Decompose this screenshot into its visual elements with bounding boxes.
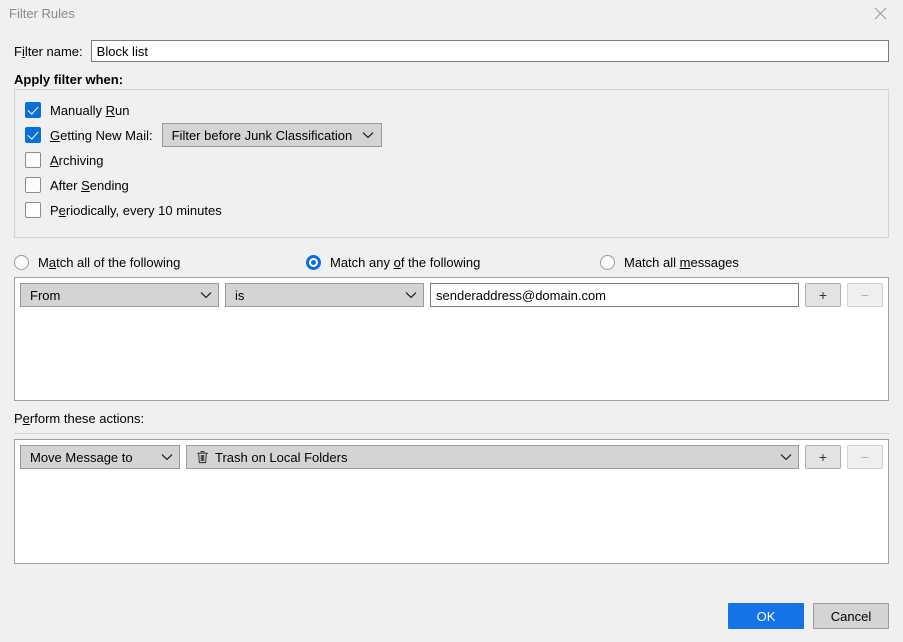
label-part-pre: After xyxy=(50,178,81,193)
checkbox-label-periodically: Periodically, every 10 minutes xyxy=(50,203,222,218)
checkbox-label-after-sending: After Sending xyxy=(50,178,129,193)
chevron-down-icon xyxy=(192,291,212,299)
label-part-post: f the following xyxy=(401,255,481,270)
radio-label-match-any: Match any of the following xyxy=(330,255,480,270)
chevron-down-icon xyxy=(153,453,173,461)
radio-indicator-match-any[interactable] xyxy=(306,255,321,270)
label-part-accel: S xyxy=(81,178,90,193)
dialog-footer: OK Cancel xyxy=(728,603,889,629)
label-part-pre: Match any xyxy=(330,255,394,270)
chevron-down-icon xyxy=(352,131,374,139)
match-mode-radio-group: Match all of the following Match any of … xyxy=(14,252,889,272)
criteria-remove-button[interactable]: − xyxy=(847,283,883,307)
label-part-post: rchiving xyxy=(59,153,104,168)
action-target-dropdown[interactable]: Trash on Local Folders xyxy=(186,445,799,469)
apply-filter-when-body: Manually Run Getting New Mail: Filter be… xyxy=(14,89,889,238)
radio-match-all[interactable]: Match all of the following xyxy=(14,255,306,270)
apply-filter-when-title: Apply filter when: xyxy=(14,72,889,89)
window-title: Filter Rules xyxy=(9,6,75,21)
label-part-post: rform these actions: xyxy=(30,411,144,426)
filter-name-input[interactable] xyxy=(91,40,889,62)
checkbox-label-archiving: Archiving xyxy=(50,153,103,168)
actions-separator xyxy=(14,433,889,434)
label-part-accel: a xyxy=(49,255,56,270)
criteria-value-input[interactable] xyxy=(430,283,799,307)
label-part-post: un xyxy=(115,103,129,118)
checkbox-row-after-sending[interactable]: After Sending xyxy=(25,173,888,197)
label-part-accel: A xyxy=(50,153,59,168)
criteria-field-value: From xyxy=(30,288,60,303)
perform-actions-label: Perform these actions: xyxy=(14,411,889,426)
label-part-accel: R xyxy=(106,103,115,118)
criteria-operator-dropdown[interactable]: is xyxy=(225,283,424,307)
trash-icon xyxy=(196,450,209,464)
label-part-accel: e xyxy=(59,203,66,218)
apply-filter-when-group: Apply filter when: Manually Run Getting … xyxy=(14,72,889,238)
filter-name-label: Filter name: xyxy=(14,44,83,59)
chevron-down-icon xyxy=(772,453,792,461)
label-part-post: essages xyxy=(690,255,738,270)
filter-name-label-pre: F xyxy=(14,44,22,59)
label-part-pre: M xyxy=(38,255,49,270)
label-part-post: ending xyxy=(90,178,129,193)
radio-indicator-match-all[interactable] xyxy=(14,255,29,270)
dialog-content: Filter name: Apply filter when: Manually… xyxy=(0,40,903,564)
radio-match-any[interactable]: Match any of the following xyxy=(306,255,600,270)
checkbox-manually-run[interactable] xyxy=(25,102,41,118)
label-part-pre: Match all xyxy=(624,255,680,270)
checkbox-row-periodically[interactable]: Periodically, every 10 minutes xyxy=(25,198,888,222)
label-part-accel: m xyxy=(680,255,691,270)
action-type-dropdown[interactable]: Move Message to xyxy=(20,445,180,469)
criteria-operator-value: is xyxy=(235,288,244,303)
label-part-pre: Manually xyxy=(50,103,106,118)
new-mail-timing-dropdown[interactable]: Filter before Junk Classification xyxy=(162,123,383,147)
checkbox-label-manually-run: Manually Run xyxy=(50,103,130,118)
label-part-post: tch all of the following xyxy=(56,255,180,270)
search-criteria-panel: From is + − xyxy=(14,277,889,401)
actions-panel: Move Message to Trash on Local Folders +… xyxy=(14,439,889,564)
checkbox-periodically[interactable] xyxy=(25,202,41,218)
radio-label-match-all: Match all of the following xyxy=(38,255,180,270)
window-titlebar: Filter Rules xyxy=(0,0,903,27)
checkbox-row-getting-new-mail[interactable]: Getting New Mail: Filter before Junk Cla… xyxy=(25,123,888,147)
action-target-value: Trash on Local Folders xyxy=(215,450,347,465)
close-icon-glyph xyxy=(874,7,887,20)
label-part-post: riodically, every 10 minutes xyxy=(66,203,222,218)
chevron-down-icon xyxy=(397,291,417,299)
criteria-row: From is + − xyxy=(15,278,888,307)
checkbox-label-getting-new-mail: Getting New Mail: xyxy=(50,128,153,143)
filter-name-label-post: lter name: xyxy=(25,44,83,59)
label-part-pre: P xyxy=(14,411,23,426)
action-type-value: Move Message to xyxy=(30,450,133,465)
cancel-button[interactable]: Cancel xyxy=(813,603,889,629)
close-icon[interactable] xyxy=(858,0,903,27)
ok-button[interactable]: OK xyxy=(728,603,804,629)
action-remove-button[interactable]: − xyxy=(847,445,883,469)
action-add-button[interactable]: + xyxy=(805,445,841,469)
radio-match-all-messages[interactable]: Match all messages xyxy=(600,255,739,270)
label-part-accel: e xyxy=(23,411,30,426)
filter-name-row: Filter name: xyxy=(14,40,889,62)
checkbox-after-sending[interactable] xyxy=(25,177,41,193)
checkbox-row-archiving[interactable]: Archiving xyxy=(25,148,888,172)
checkbox-archiving[interactable] xyxy=(25,152,41,168)
checkbox-getting-new-mail[interactable] xyxy=(25,127,41,143)
label-part-accel: G xyxy=(50,128,60,143)
radio-indicator-match-all-messages[interactable] xyxy=(600,255,615,270)
label-part-accel: o xyxy=(394,255,401,270)
criteria-add-button[interactable]: + xyxy=(805,283,841,307)
new-mail-timing-value: Filter before Junk Classification xyxy=(172,128,353,143)
label-part-post: etting New Mail: xyxy=(60,128,152,143)
criteria-field-dropdown[interactable]: From xyxy=(20,283,219,307)
radio-label-match-all-messages: Match all messages xyxy=(624,255,739,270)
action-row: Move Message to Trash on Local Folders +… xyxy=(15,440,888,469)
label-part-pre: P xyxy=(50,203,59,218)
checkbox-row-manually-run[interactable]: Manually Run xyxy=(25,98,888,122)
